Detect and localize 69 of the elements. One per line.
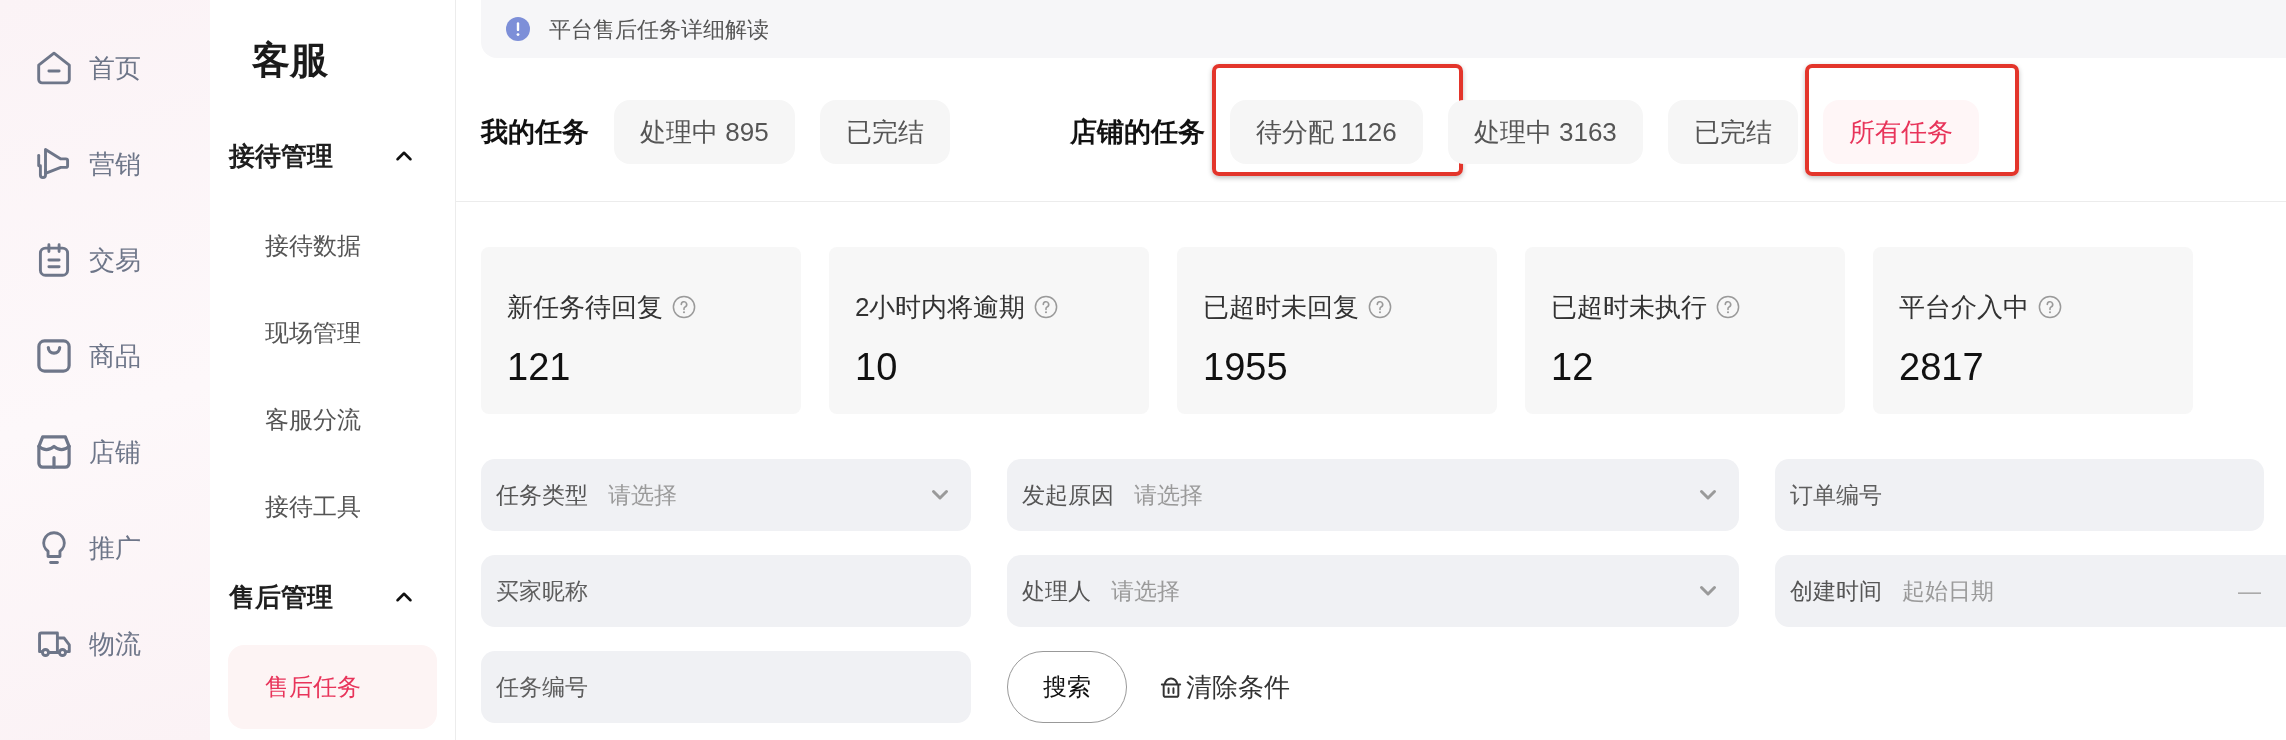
text-input[interactable]: 订单编号 bbox=[1775, 459, 2264, 531]
text-input[interactable]: 任务编号 bbox=[481, 651, 971, 723]
filter-tab[interactable]: 所有任务 bbox=[1822, 100, 1979, 164]
field-label: 任务类型 bbox=[496, 480, 588, 510]
notice-link[interactable]: 平台售后任务详细解读 bbox=[549, 12, 769, 46]
task-group-label: 我的任务 bbox=[481, 115, 589, 149]
trash-icon bbox=[1160, 676, 1182, 698]
megaphone-icon bbox=[37, 147, 71, 181]
clear-button[interactable]: 清除条件 bbox=[1160, 667, 1290, 707]
info-icon bbox=[506, 17, 530, 41]
filter-tab[interactable]: 处理中 895 bbox=[614, 100, 795, 164]
stat-value: 10 bbox=[855, 345, 899, 390]
menu-group-header[interactable]: 售后管理 bbox=[228, 552, 437, 642]
stat-value: 12 bbox=[1551, 345, 1595, 390]
chevron-down-icon bbox=[1699, 585, 1717, 597]
filter-tab[interactable]: 待分配 1126 bbox=[1229, 100, 1423, 164]
section-title: 客服 bbox=[251, 38, 329, 83]
chevron-down-icon bbox=[931, 489, 949, 501]
help-icon[interactable] bbox=[1716, 295, 1740, 319]
chevron-up-icon bbox=[395, 150, 413, 162]
nav-item[interactable]: 物流 bbox=[0, 596, 210, 692]
menu-item[interactable]: 现场管理 bbox=[228, 291, 437, 375]
stat-value: 1955 bbox=[1203, 345, 1289, 390]
menu-group-header[interactable]: 接待管理 bbox=[228, 111, 437, 201]
stat-label: 已超时未执行 bbox=[1551, 291, 1707, 324]
help-icon[interactable] bbox=[672, 295, 696, 319]
field-label: 处理人 bbox=[1022, 576, 1091, 606]
help-icon[interactable] bbox=[1368, 295, 1392, 319]
menu-item[interactable]: 接待工具 bbox=[228, 465, 437, 549]
store-icon bbox=[37, 435, 71, 469]
field-placeholder: 请选择 bbox=[608, 480, 677, 510]
menu-item[interactable]: 售后任务 bbox=[228, 645, 437, 729]
field-placeholder: 请选择 bbox=[1134, 480, 1203, 510]
filter-tab[interactable]: 已完结 bbox=[819, 100, 950, 164]
filter-tab[interactable]: 已完结 bbox=[1667, 100, 1798, 164]
nav-item[interactable]: 推广 bbox=[0, 500, 210, 596]
select-field[interactable]: 发起原因 请选择 bbox=[1007, 459, 1739, 531]
field-placeholder: 起始日期 bbox=[1902, 576, 1994, 606]
stat-label: 2小时内将逾期 bbox=[855, 291, 1026, 324]
select-field[interactable]: 处理人 请选择 bbox=[1007, 555, 1739, 627]
nav-item[interactable]: 营销 bbox=[0, 116, 210, 212]
field-label: 发起原因 bbox=[1022, 480, 1114, 510]
stat-value: 121 bbox=[507, 345, 572, 390]
home-icon bbox=[37, 51, 71, 85]
menu-item[interactable]: 客服分流 bbox=[228, 378, 437, 462]
text-input[interactable]: 买家昵称 bbox=[481, 555, 971, 627]
field-label: 创建时间 bbox=[1790, 576, 1882, 606]
stat-label: 平台介入中 bbox=[1899, 291, 2029, 324]
menu-item[interactable]: 接待数据 bbox=[228, 204, 437, 288]
filter-tab[interactable]: 处理中 3163 bbox=[1447, 100, 1643, 164]
chevron-up-icon bbox=[395, 591, 413, 603]
field-placeholder: 请选择 bbox=[1111, 576, 1180, 606]
task-group-label: 店铺的任务 bbox=[1069, 115, 1205, 149]
select-field[interactable]: 任务类型 请选择 bbox=[481, 459, 971, 531]
stat-value: 2817 bbox=[1899, 345, 1985, 390]
date-range-field[interactable]: 创建时间 起始日期 — bbox=[1775, 555, 2286, 627]
range-separator: — bbox=[2238, 576, 2262, 606]
nav-item[interactable]: 交易 bbox=[0, 212, 210, 308]
stat-label: 新任务待回复 bbox=[507, 291, 663, 324]
clipboard-icon bbox=[37, 243, 71, 277]
search-button[interactable]: 搜索 bbox=[1007, 651, 1127, 723]
nav-item[interactable]: 店铺 bbox=[0, 404, 210, 500]
help-icon[interactable] bbox=[1034, 295, 1059, 319]
nav-item[interactable]: 商品 bbox=[0, 308, 210, 404]
chevron-down-icon bbox=[1699, 489, 1717, 501]
help-icon[interactable] bbox=[2038, 295, 2062, 319]
bag-icon bbox=[37, 339, 71, 373]
stat-label: 已超时未回复 bbox=[1203, 291, 1359, 324]
nav-item[interactable]: 首页 bbox=[0, 20, 210, 116]
